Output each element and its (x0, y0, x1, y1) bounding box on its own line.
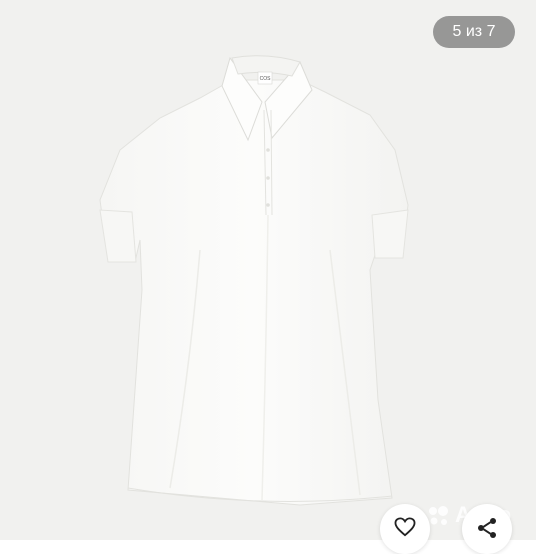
share-icon (478, 518, 496, 538)
favorite-button[interactable] (380, 504, 430, 554)
share-button[interactable] (462, 504, 512, 554)
shirt-dress-illustration: COS (99, 55, 409, 506)
product-image-gallery[interactable]: COS 5 из 7 Avito (0, 0, 536, 554)
image-counter: 5 из 7 (433, 16, 515, 48)
avito-logo-icon (429, 506, 448, 525)
brand-label-text: COS (260, 76, 272, 82)
product-photo[interactable]: COS (0, 0, 536, 540)
heart-icon (394, 517, 416, 537)
